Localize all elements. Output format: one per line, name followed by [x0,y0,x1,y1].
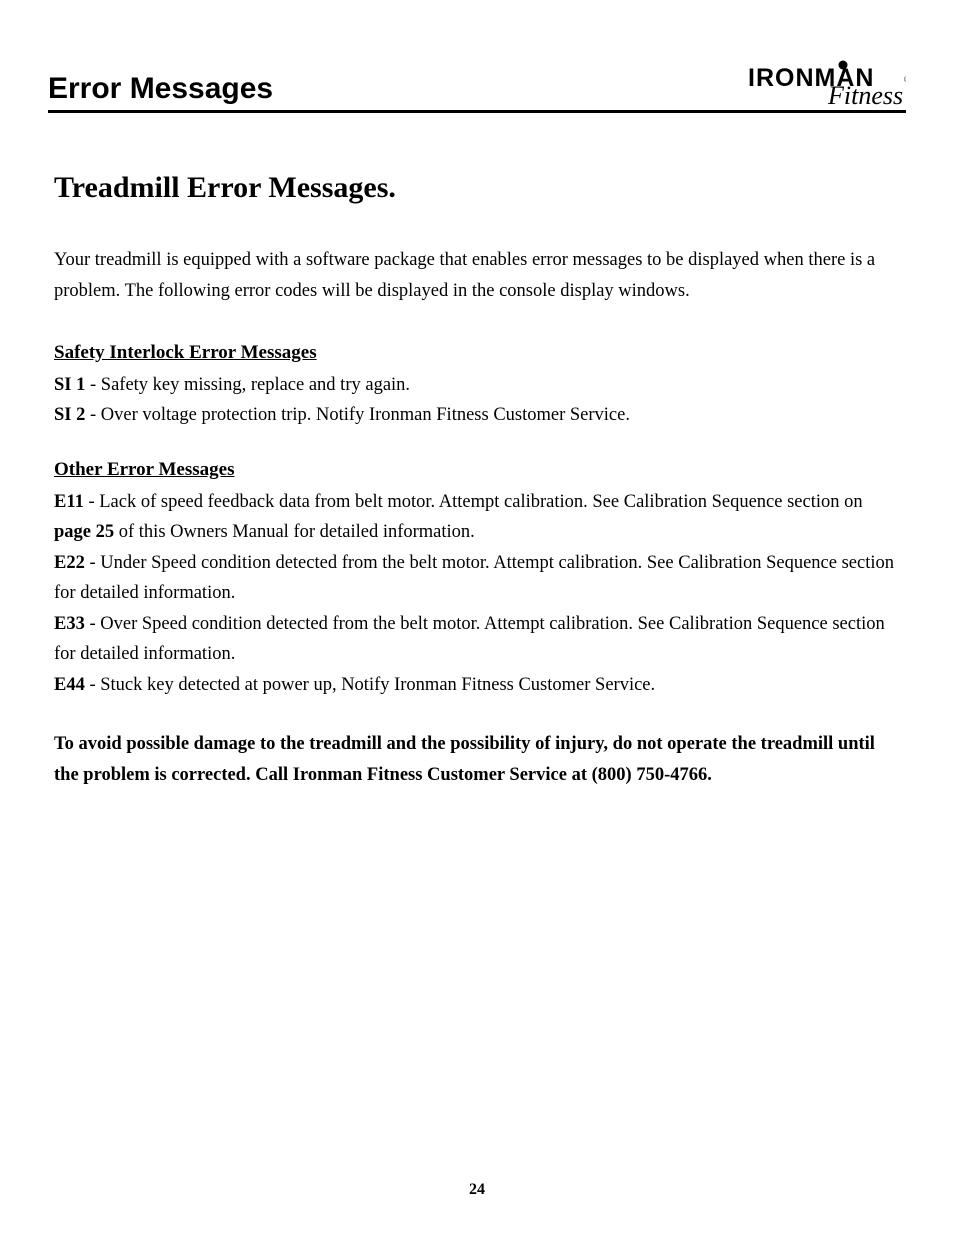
content-area: Treadmill Error Messages. Your treadmill… [48,171,906,791]
page-number: 24 [0,1181,954,1199]
error-line: E22 - Under Speed condition detected fro… [54,548,900,609]
error-line: E11 - Lack of speed feedback data from b… [54,487,900,548]
error-code: E33 [54,614,85,634]
error-text: - Over voltage protection trip. Notify I… [85,405,630,425]
page-header: Error Messages IRONMAN ® Fitness [48,60,906,113]
logo-bottom-text: Fitness [827,81,903,108]
section-title-text: Treadmill Error Messages [54,171,388,204]
error-code: SI 2 [54,405,85,425]
warning-paragraph: To avoid possible damage to the treadmil… [54,729,900,792]
brand-logo: IRONMAN ® Fitness [746,60,906,108]
error-text-pre: - Stuck key detected at power up, Notify… [85,675,655,695]
error-text-post: of this Owners Manual for detailed infor… [114,522,475,542]
page-ref: page 25 [54,522,114,542]
error-line: SI 1 - Safety key missing, replace and t… [54,370,900,401]
other-block: Other Error Messages E11 - Lack of speed… [54,459,900,701]
error-line: E44 - Stuck key detected at power up, No… [54,670,900,701]
error-code: E22 [54,553,85,573]
other-heading: Other Error Messages [54,459,900,481]
document-page: Error Messages IRONMAN ® Fitness Treadmi… [0,0,954,1235]
header-title: Error Messages [48,72,273,106]
error-text-pre: - Over Speed condition detected from the… [54,614,885,665]
error-code: E44 [54,675,85,695]
section-title: Treadmill Error Messages. [54,171,900,205]
trademark-icon: ® [904,75,906,84]
safety-block: Safety Interlock Error Messages SI 1 - S… [54,342,900,431]
error-code: SI 1 [54,375,85,395]
error-text-pre: - Lack of speed feedback data from belt … [84,492,863,512]
error-code: E11 [54,492,84,512]
error-line: E33 - Over Speed condition detected from… [54,609,900,670]
error-text-pre: - Under Speed condition detected from th… [54,553,894,604]
error-text: - Safety key missing, replace and try ag… [85,375,410,395]
safety-heading: Safety Interlock Error Messages [54,342,900,364]
error-line: SI 2 - Over voltage protection trip. Not… [54,400,900,431]
intro-paragraph: Your treadmill is equipped with a softwa… [54,245,900,308]
section-title-period: . [388,171,396,204]
